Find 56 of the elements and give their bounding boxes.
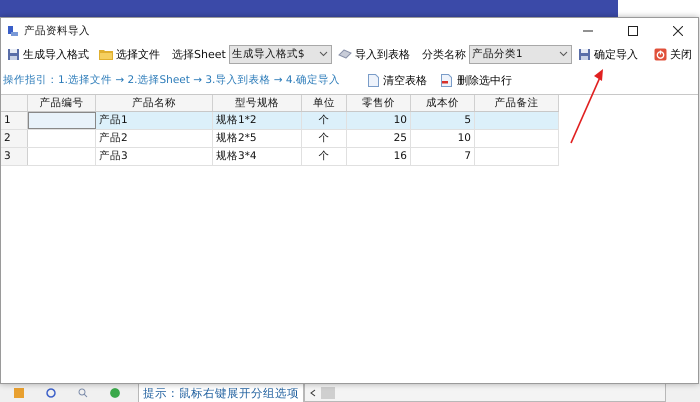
table-cell: 16: [347, 148, 411, 165]
guide-text: 操作指引：1.选择文件 → 2.选择Sheet → 3.导入到表格 → 4.确定导入: [3, 73, 340, 87]
toolbar-button[interactable]: 生成导入格式: [5, 44, 91, 64]
table-cell: 产品2: [96, 130, 213, 147]
caret-icon: [558, 51, 568, 57]
field-label: 分类名称: [422, 46, 466, 62]
table-row[interactable]: 3 产品3 规格3*4 个 16 7: [1, 148, 559, 166]
table-cell: 10: [347, 112, 411, 129]
row-number: 1: [1, 112, 28, 129]
blank-page-icon: [368, 74, 379, 86]
table-cell: 规格1*2: [213, 112, 302, 129]
column-header[interactable]: 成本价: [411, 95, 475, 111]
toolbar-button[interactable]: 关闭: [652, 44, 694, 64]
scroll-left-icon[interactable]: [309, 388, 317, 396]
eraser-icon: [338, 48, 352, 60]
column-header[interactable]: 零售价: [347, 95, 411, 111]
row-number: 3: [1, 148, 28, 165]
table-cell: 个: [302, 112, 347, 129]
table-row[interactable]: 2 产品2 规格2*5 个 25 10: [1, 130, 559, 148]
maximize-icon: [628, 26, 638, 36]
toolbar-button[interactable]: 删除选中行: [438, 72, 514, 88]
power-icon: [654, 48, 667, 60]
scrollbar-thumb[interactable]: [321, 386, 335, 398]
column-header[interactable]: 产品编号: [28, 95, 96, 111]
table-cell: 10: [411, 130, 475, 147]
table-cell: 产品3: [96, 148, 213, 165]
table-cell: 规格2*5: [213, 130, 302, 147]
table-row[interactable]: 1 产品1 规格1*2 个 10 5: [1, 112, 559, 130]
window-title: 产品资料导入: [24, 24, 90, 38]
table-cell: 7: [411, 148, 475, 165]
row-number: 2: [1, 130, 28, 147]
caret-icon: [318, 51, 328, 57]
table-cell: 个: [302, 148, 347, 165]
column-header[interactable]: 产品备注: [475, 95, 559, 111]
hint-text: 提示：鼠标右键展开分组选项: [138, 382, 304, 402]
column-header[interactable]: 产品名称: [96, 95, 213, 111]
table-cell: 5: [411, 112, 475, 129]
page-minus-icon: [440, 74, 453, 86]
search-icon[interactable]: [78, 388, 88, 398]
dropdown-field[interactable]: 产品分类1: [468, 44, 572, 64]
close-icon: [673, 26, 683, 36]
field-label: 选择Sheet: [172, 46, 226, 62]
toolbar-button[interactable]: 选择文件: [97, 44, 162, 64]
table-cell: 产品1: [96, 112, 213, 129]
table-cell: 25: [347, 130, 411, 147]
column-header[interactable]: 型号规格: [213, 95, 302, 111]
toolbar-button[interactable]: 确定导入: [576, 44, 640, 64]
dropdown-field[interactable]: 生成导入格式$: [228, 44, 332, 64]
toolbar-button[interactable]: 清空表格: [366, 72, 429, 88]
table-cell: 个: [302, 130, 347, 147]
column-header[interactable]: 单位: [302, 95, 347, 111]
app-icon: [7, 25, 19, 37]
folder-icon: [99, 48, 113, 60]
horizontal-scrollbar[interactable]: [304, 383, 666, 402]
table-cell: 规格3*4: [213, 148, 302, 165]
toolbar-button[interactable]: 导入到表格: [336, 44, 412, 64]
